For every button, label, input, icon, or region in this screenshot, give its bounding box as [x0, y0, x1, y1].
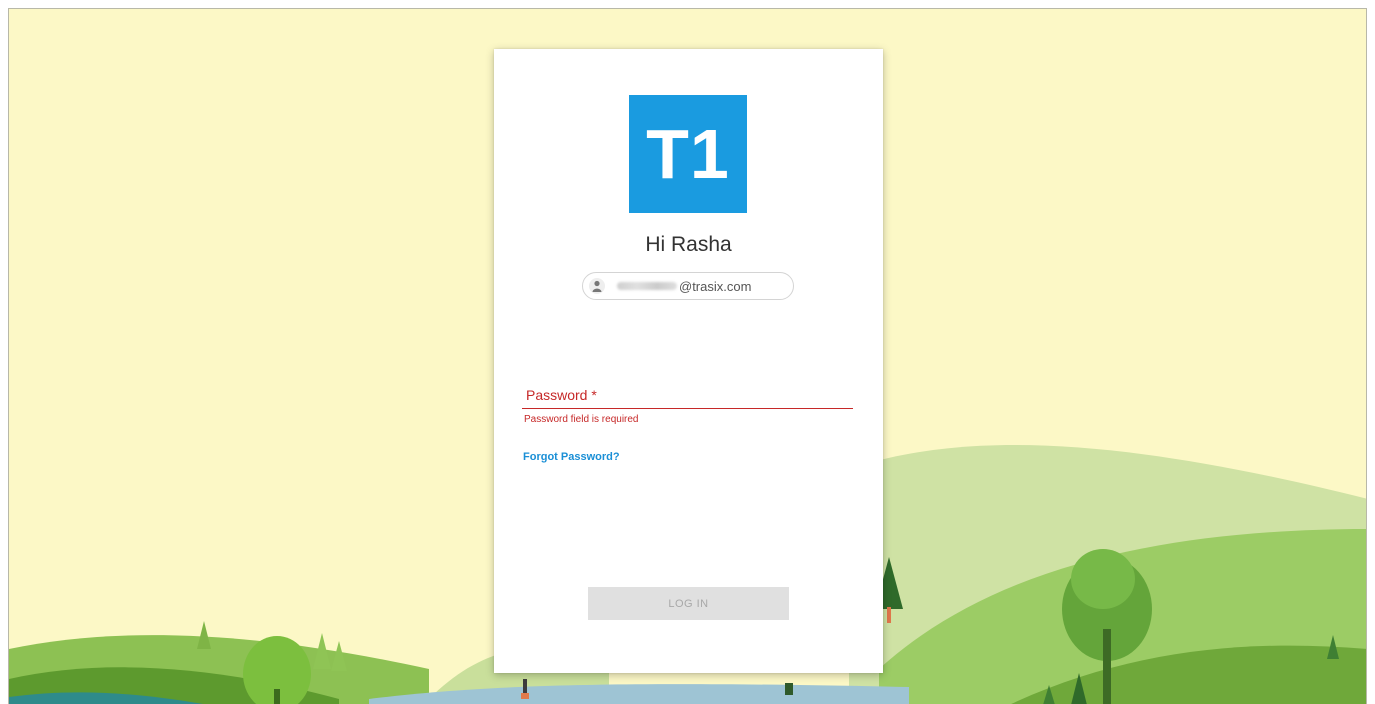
login-button[interactable]: LOG IN: [588, 587, 789, 620]
forgot-password-link[interactable]: Forgot Password?: [523, 451, 620, 463]
login-card: T1 Hi Rasha @trasix.com Password * Passw…: [494, 49, 883, 673]
person-icon: [589, 278, 605, 294]
password-field[interactable]: Password *: [522, 383, 853, 409]
password-error-message: Password field is required: [524, 414, 639, 425]
browser-viewport: T1 Hi Rasha @trasix.com Password * Passw…: [8, 8, 1367, 704]
greeting-title: Hi Rasha: [645, 233, 732, 256]
brand-logo: T1: [629, 95, 747, 213]
login-screen: T1 Hi Rasha @trasix.com Password * Passw…: [0, 0, 1375, 704]
figure: [523, 679, 527, 695]
tree-left-1: [197, 621, 211, 649]
blurred-email-user: [617, 282, 677, 290]
account-chip[interactable]: @trasix.com: [582, 272, 794, 300]
password-input[interactable]: [522, 383, 853, 408]
account-email-domain: @trasix.com: [679, 278, 752, 294]
